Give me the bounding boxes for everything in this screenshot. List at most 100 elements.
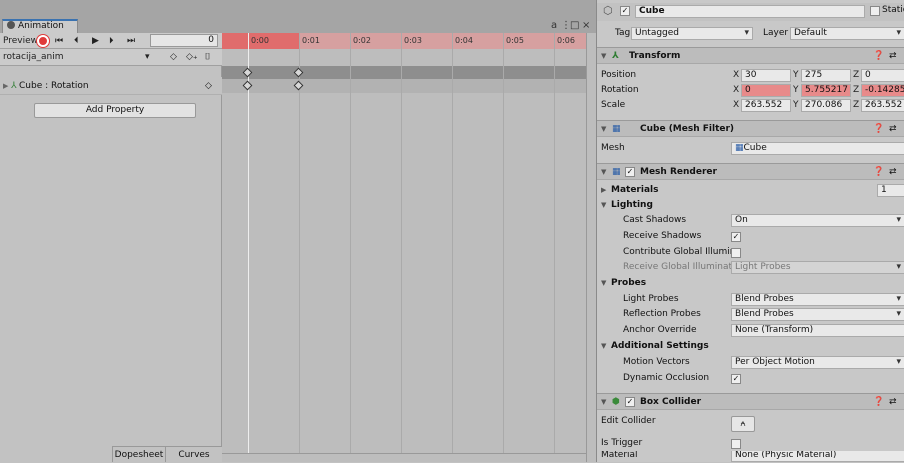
additional-settings-label: Additional Settings bbox=[611, 341, 709, 351]
first-key-icon[interactable]: ⏮ bbox=[55, 34, 63, 48]
next-key-icon[interactable]: ⏵ bbox=[109, 34, 114, 48]
motion-vectors-dropdown[interactable]: Per Object Motion bbox=[731, 356, 904, 369]
edit-collider-label: Edit Collider bbox=[601, 416, 656, 426]
last-key-icon[interactable]: ⏭ bbox=[127, 34, 135, 48]
keyframe-icon[interactable]: ◇ bbox=[205, 77, 212, 95]
rotation-y-field[interactable]: 5.755217 bbox=[801, 84, 851, 97]
maximize-icon[interactable]: □ bbox=[570, 20, 579, 31]
mesh-filter-header[interactable]: ▼ ▦ Cube (Mesh Filter) ❓ ⇄ bbox=[597, 120, 904, 137]
foldout-icon[interactable]: ▶ bbox=[601, 183, 606, 198]
foldout-icon[interactable]: ▼ bbox=[601, 164, 606, 180]
position-x-field[interactable]: 30 bbox=[741, 69, 791, 82]
probes-row[interactable]: ▼ Probes bbox=[597, 276, 904, 291]
rotation-z-field[interactable]: -0.142856 bbox=[861, 84, 904, 97]
materials-row[interactable]: ▶ Materials 1 bbox=[597, 183, 904, 198]
ruler-tick-label: 0:00 bbox=[251, 36, 269, 45]
lock-icon[interactable]: a bbox=[551, 20, 557, 31]
material-field[interactable]: None (Physic Material) bbox=[731, 451, 904, 462]
receive-shadows-checkbox[interactable]: ✓ bbox=[731, 232, 741, 242]
contribute-gi-checkbox[interactable] bbox=[731, 248, 741, 258]
edit-collider-button[interactable]: ⍲ bbox=[731, 416, 755, 432]
tag-layer-row: Tag Untagged Layer Default bbox=[597, 26, 904, 41]
prev-key-icon[interactable]: ⏴ bbox=[74, 34, 79, 48]
scale-x-field[interactable]: 263.552 bbox=[741, 99, 791, 112]
help-icon[interactable]: ❓ bbox=[873, 48, 884, 64]
cast-shadows-row: Cast Shadows On bbox=[597, 213, 904, 228]
settings-icon[interactable]: ⇄ bbox=[889, 121, 897, 137]
add-property-button[interactable]: Add Property bbox=[34, 103, 196, 118]
mesh-row: Mesh ▦Cube bbox=[597, 141, 904, 156]
lighting-row[interactable]: ▼ Lighting bbox=[597, 198, 904, 213]
mesh-filter-title: Cube (Mesh Filter) bbox=[640, 124, 735, 134]
tag-dropdown[interactable]: Untagged bbox=[631, 27, 753, 40]
ruler-tick-label: 0:01 bbox=[302, 36, 320, 45]
position-label: Position bbox=[601, 70, 637, 80]
transform-header[interactable]: ▼ ⅄ Transform ❓ ⇄ bbox=[597, 47, 904, 64]
contribute-gi-label: Contribute Global Illuminat bbox=[623, 247, 731, 257]
horizontal-scrollbar[interactable] bbox=[222, 453, 586, 462]
static-checkbox[interactable] bbox=[870, 6, 880, 16]
property-row[interactable]: ▶ ⅄ Cube : Rotation ◇ bbox=[0, 77, 222, 95]
tab-dopesheet[interactable]: Dopesheet bbox=[112, 446, 165, 462]
settings-icon[interactable]: ⇄ bbox=[889, 48, 897, 64]
reflection-probes-dropdown[interactable]: Blend Probes bbox=[731, 308, 904, 321]
box-collider-checkbox[interactable]: ✓ bbox=[625, 397, 635, 407]
rotation-x-field[interactable]: 0 bbox=[741, 84, 791, 97]
clip-dropdown[interactable]: rotacija_anim bbox=[3, 50, 64, 64]
light-probes-dropdown[interactable]: Blend Probes bbox=[731, 293, 904, 306]
foldout-icon[interactable]: ▼ bbox=[601, 339, 606, 354]
scale-z-field[interactable]: 263.552 bbox=[861, 99, 904, 112]
event-icon[interactable]: ⌷ bbox=[205, 50, 210, 64]
help-icon[interactable]: ❓ bbox=[873, 121, 884, 137]
box-collider-header[interactable]: ▼ ⬢ ✓ Box Collider ❓ ⇄ bbox=[597, 393, 904, 410]
foldout-icon[interactable]: ▼ bbox=[601, 121, 606, 137]
rotation-keyframe-row bbox=[222, 79, 586, 93]
help-icon[interactable]: ❓ bbox=[873, 394, 884, 410]
ruler-tick-label: 0:04 bbox=[455, 36, 473, 45]
object-header: ⬡ ✓ Cube Static bbox=[597, 3, 904, 21]
foldout-icon[interactable]: ▼ bbox=[601, 48, 606, 64]
additional-settings-row[interactable]: ▼ Additional Settings bbox=[597, 339, 904, 354]
add-event-icon[interactable]: ◇₊ bbox=[186, 50, 198, 64]
record-button[interactable] bbox=[37, 35, 49, 47]
tab-curves[interactable]: Curves bbox=[165, 446, 222, 462]
foldout-icon[interactable]: ▼ bbox=[601, 198, 606, 213]
time-ruler[interactable]: 0:00 0:01 0:02 0:03 0:04 0:05 0:06 bbox=[222, 33, 586, 49]
tab-animation[interactable]: Animation bbox=[2, 19, 78, 33]
materials-count-field[interactable]: 1 bbox=[877, 184, 904, 197]
grid-line bbox=[554, 33, 555, 453]
receive-shadows-row: Receive Shadows ✓ bbox=[597, 229, 904, 244]
mesh-renderer-checkbox[interactable]: ✓ bbox=[625, 167, 635, 177]
foldout-icon[interactable]: ▼ bbox=[601, 276, 606, 291]
object-name-field[interactable]: Cube bbox=[635, 5, 865, 18]
play-icon[interactable]: ▶ bbox=[92, 34, 99, 48]
transform-title: Transform bbox=[629, 51, 681, 61]
preview-button[interactable]: Preview bbox=[3, 34, 38, 48]
anchor-override-row: Anchor Override None (Transform) bbox=[597, 323, 904, 338]
vertical-scrollbar[interactable] bbox=[586, 33, 596, 462]
cast-shadows-dropdown[interactable]: On bbox=[731, 214, 904, 227]
dynamic-occlusion-checkbox[interactable]: ✓ bbox=[731, 374, 741, 384]
settings-icon[interactable]: ⇄ bbox=[889, 164, 897, 180]
help-icon[interactable]: ❓ bbox=[873, 164, 884, 180]
expand-arrow-icon[interactable]: ▶ bbox=[3, 77, 8, 95]
is-trigger-checkbox[interactable] bbox=[731, 439, 741, 449]
playhead[interactable] bbox=[248, 33, 249, 453]
settings-icon[interactable]: ⇄ bbox=[889, 394, 897, 410]
close-icon[interactable]: × bbox=[582, 20, 590, 31]
frame-field[interactable]: 0 bbox=[150, 34, 218, 47]
material-label: Material bbox=[601, 451, 638, 460]
mesh-renderer-header[interactable]: ▼ ▦ ✓ Mesh Renderer ❓ ⇄ bbox=[597, 163, 904, 180]
chevron-down-icon[interactable]: ▾ bbox=[145, 50, 150, 64]
anchor-override-field[interactable]: None (Transform) bbox=[731, 324, 904, 337]
add-keyframe-icon[interactable]: ◇ bbox=[170, 50, 177, 64]
position-y-field[interactable]: 275 bbox=[801, 69, 851, 82]
layer-dropdown[interactable]: Default bbox=[790, 27, 904, 40]
dopesheet-timeline[interactable]: 0:00 0:01 0:02 0:03 0:04 0:05 0:06 bbox=[222, 33, 586, 453]
foldout-icon[interactable]: ▼ bbox=[601, 394, 606, 410]
active-checkbox[interactable]: ✓ bbox=[620, 6, 630, 16]
scale-y-field[interactable]: 270.086 bbox=[801, 99, 851, 112]
motion-vectors-row: Motion Vectors Per Object Motion bbox=[597, 355, 904, 370]
position-z-field[interactable]: 0 bbox=[861, 69, 904, 82]
mesh-object-field[interactable]: ▦Cube bbox=[731, 142, 904, 155]
